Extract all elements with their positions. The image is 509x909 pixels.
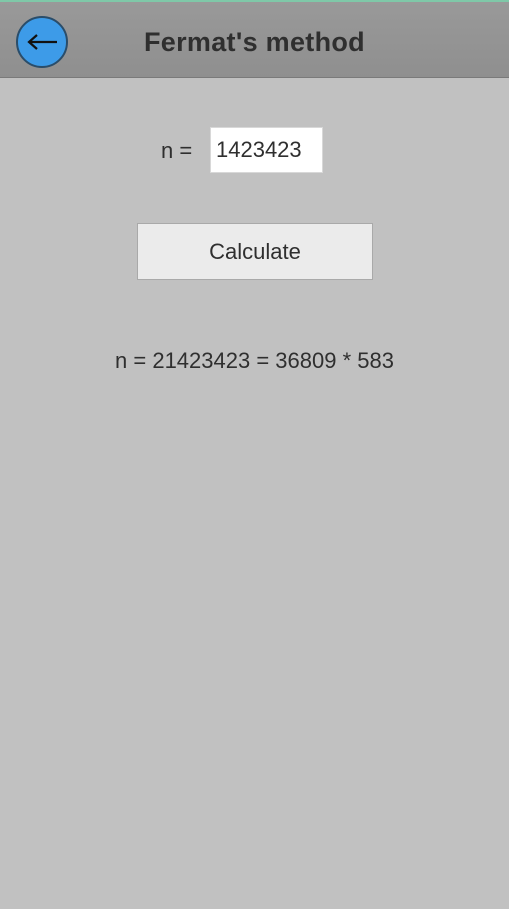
n-label: n = xyxy=(161,138,193,163)
n-input[interactable] xyxy=(210,127,323,173)
calculate-button[interactable]: Calculate xyxy=(137,223,373,280)
page-title: Fermat's method xyxy=(144,27,365,57)
result-text: n = 21423423 = 36809 * 583 xyxy=(115,348,394,373)
app-screen: Fermat's method n = Calculate n = 214234… xyxy=(0,0,509,909)
app-header: Fermat's method xyxy=(0,2,509,78)
